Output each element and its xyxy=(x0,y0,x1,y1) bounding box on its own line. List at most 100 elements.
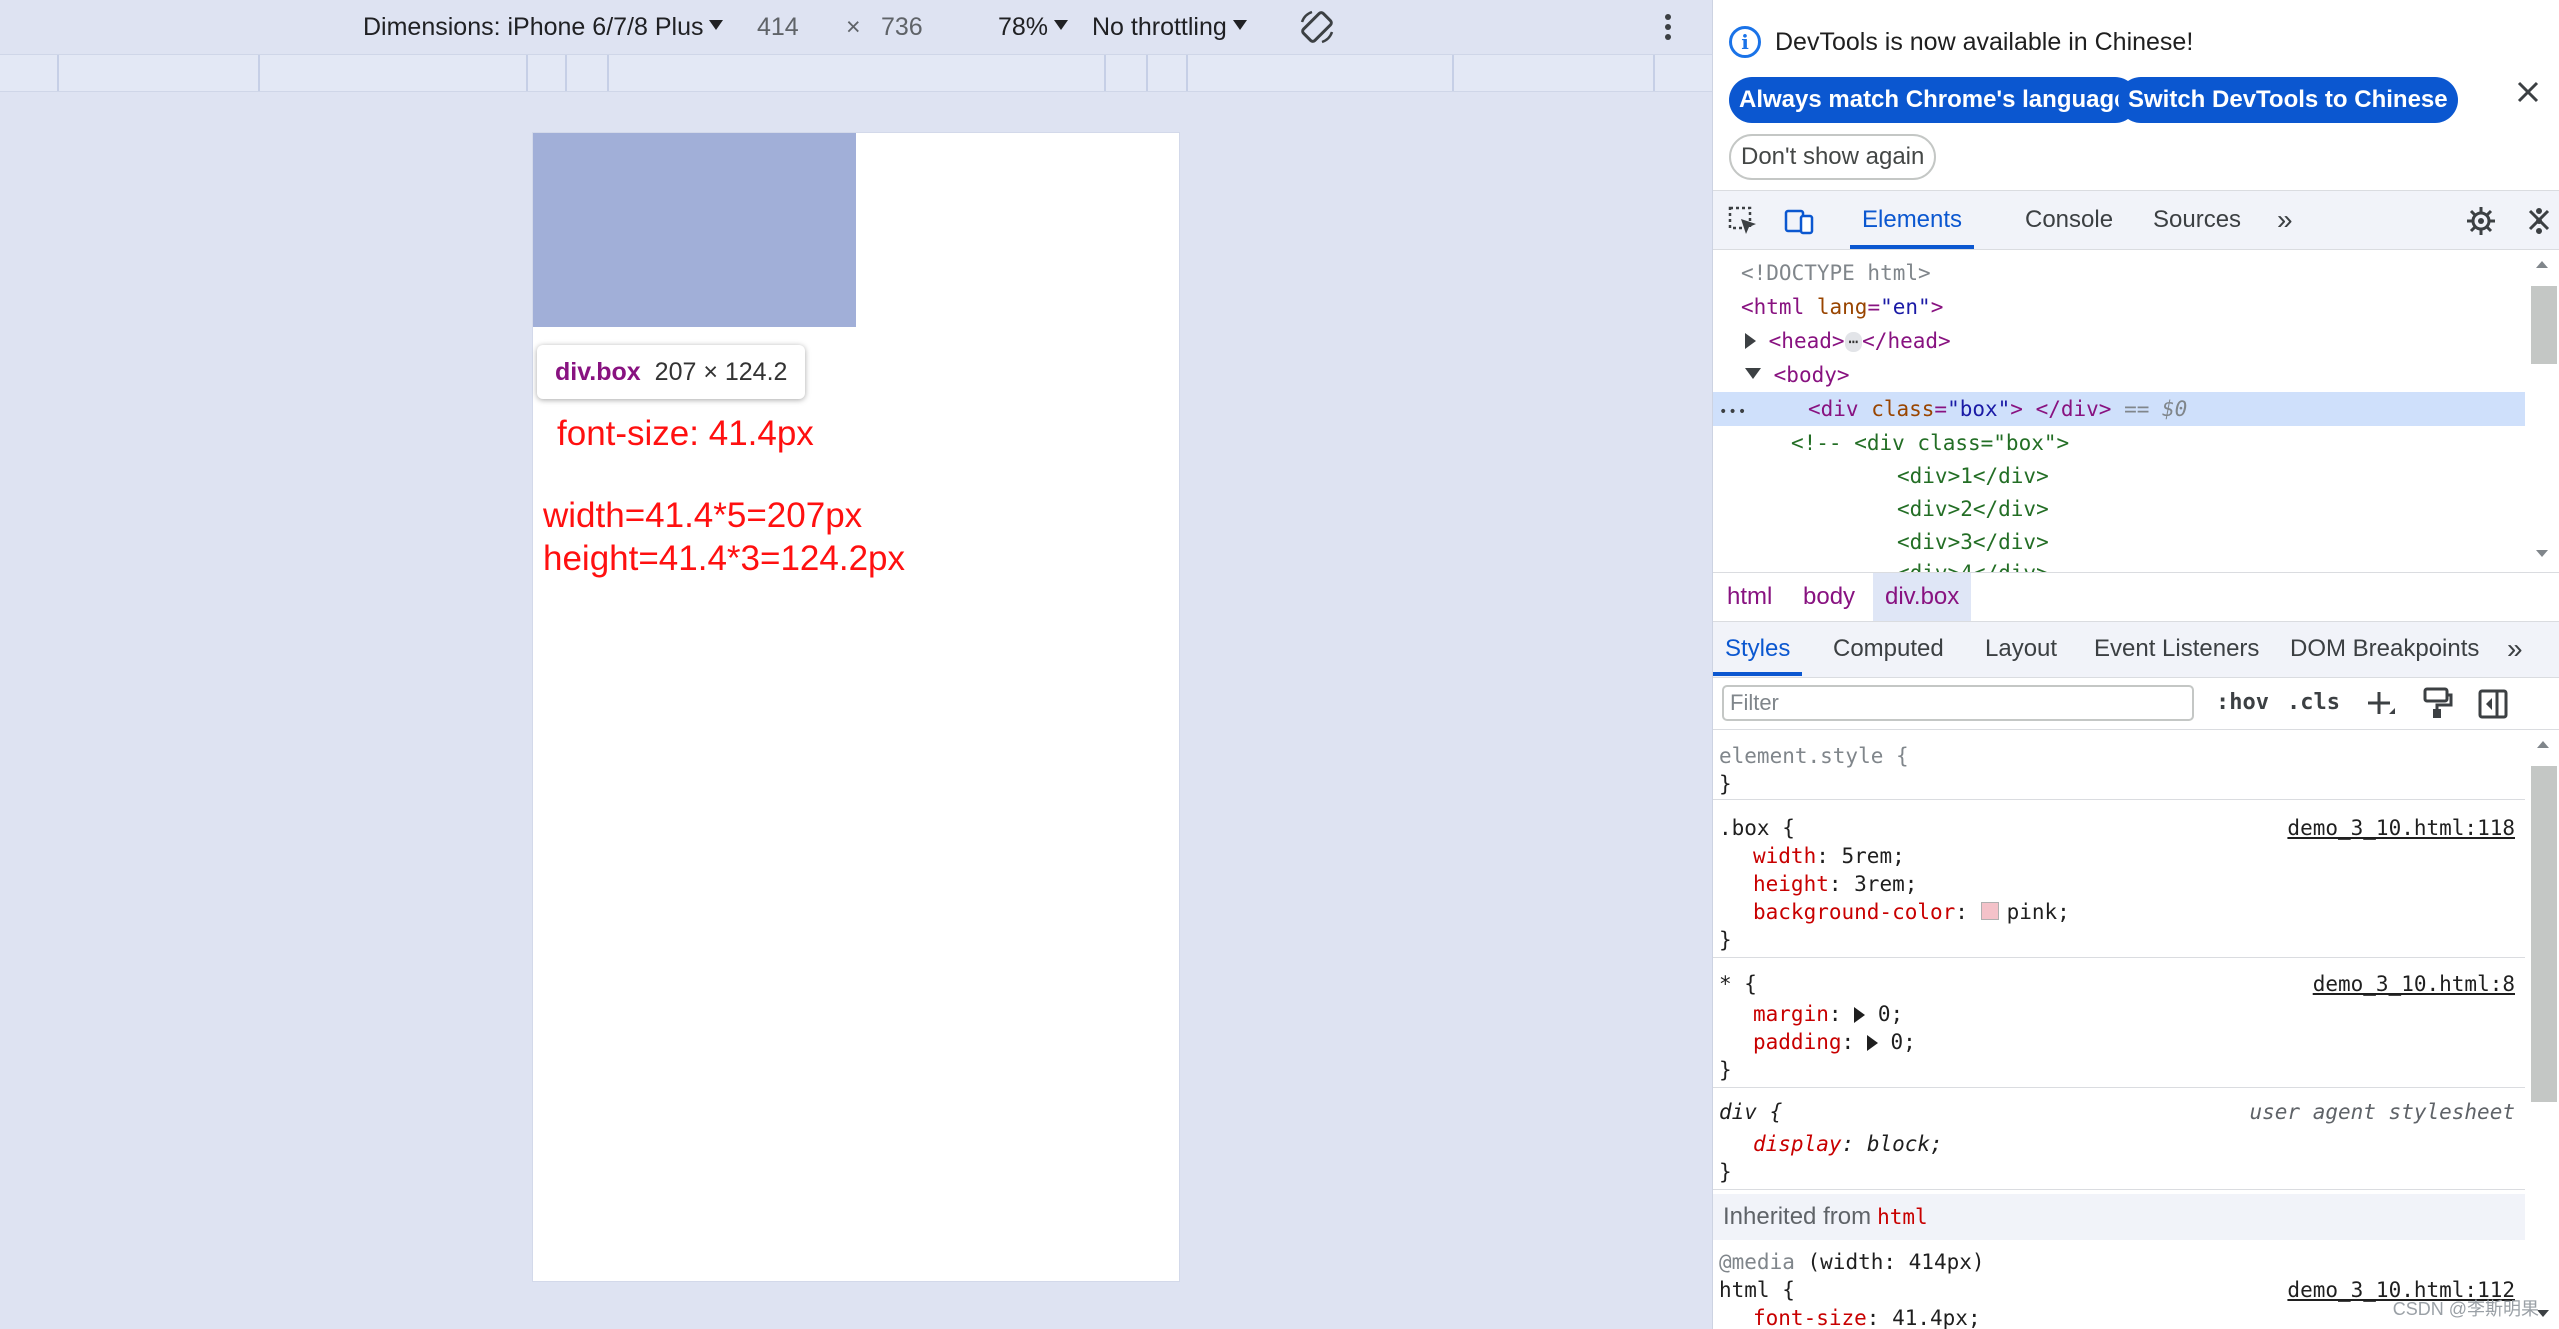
selector-div[interactable]: div { xyxy=(1719,1098,1782,1126)
decl-background-color[interactable]: background-color: pink; xyxy=(1753,898,2070,926)
elements-scrollbar[interactable] xyxy=(2528,250,2557,572)
tab-sources[interactable]: Sources xyxy=(2153,191,2241,249)
tab-event-listeners[interactable]: Event Listeners xyxy=(2094,622,2259,676)
ruler-segment[interactable] xyxy=(258,55,260,91)
collapsed-ellipsis[interactable]: ⋯ xyxy=(1844,332,1863,352)
hov-button[interactable]: :hov xyxy=(2216,686,2269,720)
inherited-tag-link[interactable]: html xyxy=(1877,1205,1928,1229)
ruler-segment[interactable] xyxy=(526,55,528,91)
always-match-language-button[interactable]: Always match Chrome's language xyxy=(1729,77,2138,123)
breadcrumb-div-box[interactable]: div.box xyxy=(1873,573,1972,621)
prop-name[interactable]: background-color xyxy=(1753,900,1955,924)
close-devtools-icon[interactable] xyxy=(2525,206,2553,234)
zoom-dropdown[interactable]: 78% xyxy=(998,12,1069,42)
height-input[interactable]: 736 xyxy=(881,12,923,42)
breadcrumb-body[interactable]: body xyxy=(1791,573,1867,621)
tab-layout[interactable]: Layout xyxy=(1985,622,2057,676)
rotate-icon[interactable] xyxy=(1298,8,1336,46)
prop-name[interactable]: padding xyxy=(1753,1030,1842,1054)
close-icon[interactable] xyxy=(2514,78,2542,106)
decl-padding[interactable]: padding: 0; xyxy=(1753,1028,1916,1056)
prop-name[interactable]: margin xyxy=(1753,1002,1829,1026)
more-tabs-icon[interactable]: » xyxy=(2277,191,2293,249)
prop-value[interactable]: 0; xyxy=(1878,1002,1903,1026)
throttling-dropdown[interactable]: No throttling xyxy=(1092,12,1247,42)
dom-html[interactable]: <html lang="en"> xyxy=(1713,290,2525,324)
scroll-up-icon[interactable] xyxy=(2535,738,2551,750)
collapse-arrow-icon[interactable] xyxy=(1745,368,1761,379)
dom-comment-line[interactable]: <div>2</div> xyxy=(1713,492,2525,526)
dom-comment-line[interactable]: <div>3</div> xyxy=(1713,525,2525,559)
dom-comment-line[interactable]: <div>4</div> xyxy=(1713,556,2525,572)
elements-tree[interactable]: <!DOCTYPE html> <html lang="en"> <head> ⋯… xyxy=(1713,250,2559,572)
ruler-segment[interactable] xyxy=(1104,55,1106,91)
filter-input[interactable] xyxy=(1722,685,2194,721)
dom-head[interactable]: <head> ⋯ </head> xyxy=(1713,324,2525,358)
dimensions-dropdown[interactable]: Dimensions: iPhone 6/7/8 Plus xyxy=(363,12,724,42)
tab-console[interactable]: Console xyxy=(2025,191,2113,249)
dom-comment-line[interactable]: <div>1</div> xyxy=(1713,459,2525,493)
scrollbar-thumb[interactable] xyxy=(2531,286,2557,364)
selector-universal[interactable]: * { xyxy=(1719,970,1757,998)
prop-value[interactable]: 3rem; xyxy=(1854,872,1917,896)
expand-arrow-icon[interactable] xyxy=(1866,1035,1878,1051)
dom-body[interactable]: <body> xyxy=(1713,358,2525,392)
device-viewport[interactable]: div.box 207 × 124.2 font-size: 41.4px wid… xyxy=(533,133,1179,1281)
prop-value[interactable]: 5rem; xyxy=(1842,844,1905,868)
prop-value[interactable]: pink; xyxy=(2007,900,2070,924)
tab-styles[interactable]: Styles xyxy=(1713,622,1803,676)
paint-brush-icon[interactable] xyxy=(2421,686,2453,720)
tab-dom-breakpoints[interactable]: DOM Breakpoints xyxy=(2290,622,2479,676)
expand-arrow-icon[interactable] xyxy=(1854,1007,1866,1023)
cls-button[interactable]: .cls xyxy=(2287,686,2340,720)
new-rule-plus-icon[interactable] xyxy=(2365,688,2397,720)
gear-icon[interactable] xyxy=(2465,205,2497,237)
ruler-segment[interactable] xyxy=(607,55,609,91)
decl-width[interactable]: width: 5rem; xyxy=(1753,842,1905,870)
dom-div-box-selected[interactable]: ••• <div class="box"> </div> == $0 xyxy=(1713,392,2525,426)
rule-box[interactable]: .box { demo_3_10.html:118 width: 5rem; h… xyxy=(1713,802,2525,958)
tab-elements[interactable]: Elements xyxy=(1850,191,1975,249)
dont-show-again-button[interactable]: Don't show again xyxy=(1729,134,1937,180)
width-input[interactable]: 414 xyxy=(757,12,799,42)
inspect-element-icon[interactable] xyxy=(1727,205,1759,237)
scroll-down-icon[interactable] xyxy=(2534,548,2550,560)
ruler-segment[interactable] xyxy=(1653,55,1655,91)
ruler-segment[interactable] xyxy=(1146,55,1148,91)
toggle-sidebar-icon[interactable] xyxy=(2477,688,2509,720)
prop-value[interactable]: 0; xyxy=(1890,1030,1915,1054)
expand-arrow-icon[interactable] xyxy=(1745,333,1756,349)
breadcrumb-html[interactable]: html xyxy=(1715,573,1784,621)
dom-comment[interactable]: <!-- <div class="box"> xyxy=(1713,426,2525,460)
selector-element-style[interactable]: element.style { xyxy=(1719,742,1909,770)
styles-scrollbar[interactable] xyxy=(2525,730,2559,1329)
tab-computed[interactable]: Computed xyxy=(1833,622,1944,676)
more-subtabs-icon[interactable]: » xyxy=(2507,622,2523,676)
ruler-segment[interactable] xyxy=(1186,55,1188,91)
prop-value[interactable]: 41.4px; xyxy=(1892,1306,1981,1329)
dom-doctype[interactable]: <!DOCTYPE html> xyxy=(1713,256,2525,290)
color-swatch-icon[interactable] xyxy=(1980,902,1999,920)
rule-div-ua[interactable]: div { user agent stylesheet display: blo… xyxy=(1713,1090,2525,1190)
scroll-up-icon[interactable] xyxy=(2534,258,2550,270)
decl-height[interactable]: height: 3rem; xyxy=(1753,870,1917,898)
device-toggle-icon[interactable] xyxy=(1783,205,1815,237)
selector-html[interactable]: html { xyxy=(1719,1276,1795,1304)
media-query-ruler[interactable] xyxy=(0,54,1712,92)
prop-name[interactable]: width xyxy=(1753,844,1816,868)
rule-element-style[interactable]: element.style { } xyxy=(1713,730,2525,800)
selector-box[interactable]: .box { xyxy=(1719,814,1795,842)
ruler-segment[interactable] xyxy=(565,55,567,91)
ruler-segment[interactable] xyxy=(57,55,59,91)
prop-name[interactable]: font-size xyxy=(1753,1306,1867,1329)
kebab-menu-icon[interactable] xyxy=(1660,12,1676,42)
highlighted-box[interactable] xyxy=(533,133,856,327)
prop-name[interactable]: height xyxy=(1753,872,1829,896)
ruler-segment[interactable] xyxy=(1452,55,1454,91)
decl-margin[interactable]: margin: 0; xyxy=(1753,1000,1903,1028)
row-menu-icon[interactable]: ••• xyxy=(1719,404,1747,420)
decl-font-size[interactable]: font-size: 41.4px; xyxy=(1753,1304,1981,1329)
switch-to-chinese-button[interactable]: Switch DevTools to Chinese xyxy=(2118,77,2458,123)
scrollbar-thumb[interactable] xyxy=(2531,766,2557,1102)
source-link-box[interactable]: demo_3_10.html:118 xyxy=(2287,814,2515,842)
